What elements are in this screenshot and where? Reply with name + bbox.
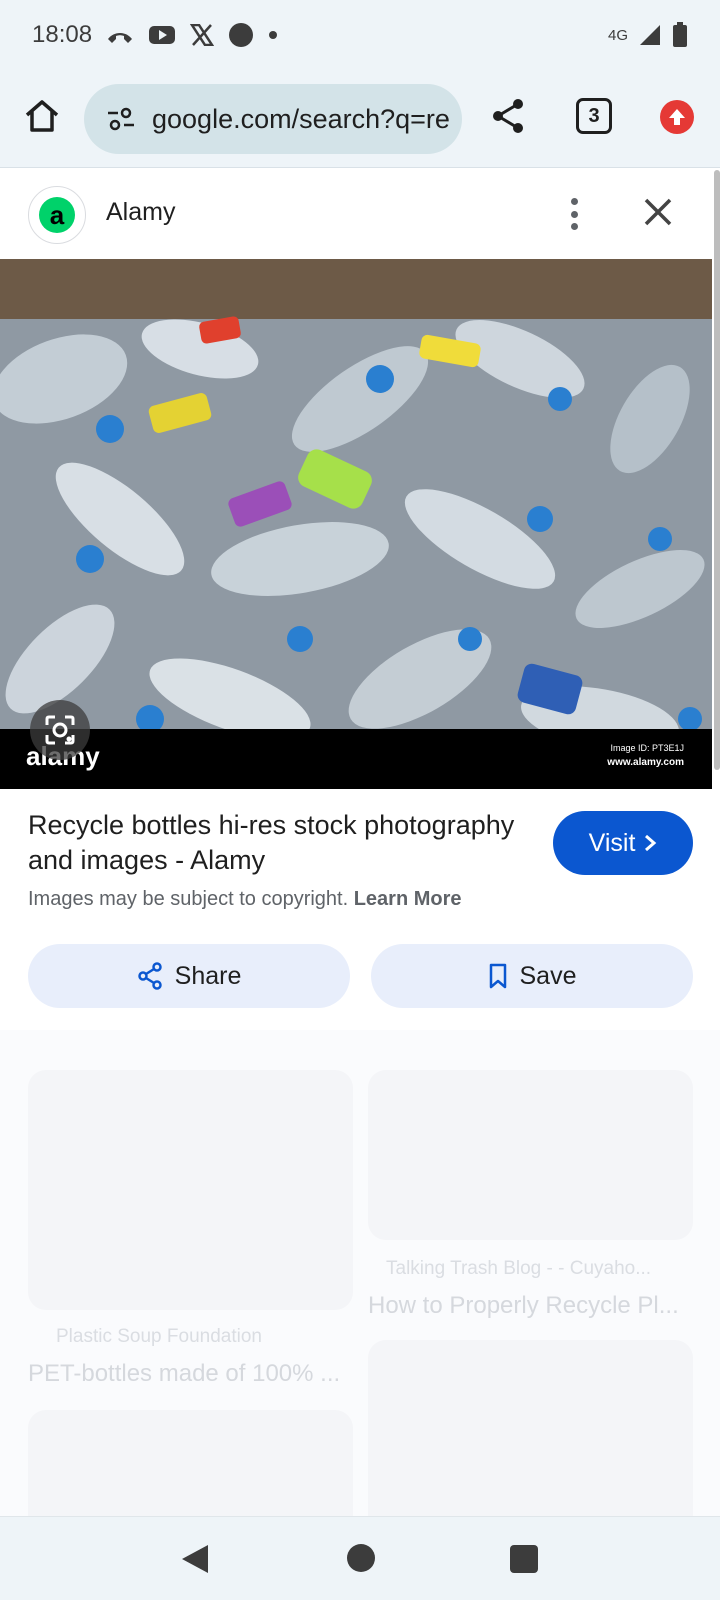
- related-card-image[interactable]: [28, 1410, 353, 1516]
- signal-icon: [640, 25, 660, 45]
- copyright-text: Images may be subject to copyright.: [28, 888, 349, 910]
- home-nav-icon[interactable]: [347, 1544, 375, 1572]
- related-title[interactable]: How to Properly Recycle Pl...: [368, 1292, 679, 1320]
- image-id: Image ID: PT3E1J: [610, 743, 684, 753]
- more-vert-icon[interactable]: [556, 194, 592, 234]
- visit-button[interactable]: Visit: [553, 811, 693, 875]
- related-source: Plastic Soup Foundation: [56, 1326, 262, 1347]
- arrow-up-icon: [669, 109, 685, 125]
- bookmark-icon: [489, 963, 506, 989]
- browser-toolbar: google.com/search?q=re 3: [0, 70, 720, 168]
- chevron-right-icon: [645, 834, 657, 852]
- save-label: Save: [519, 961, 577, 990]
- circle-notification-icon: [229, 23, 254, 47]
- back-icon[interactable]: [180, 1543, 210, 1575]
- scrollbar[interactable]: [714, 170, 720, 770]
- image-site: www.alamy.com: [606, 757, 684, 768]
- tab-switcher-icon[interactable]: 3: [576, 98, 612, 134]
- recents-icon[interactable]: [510, 1545, 538, 1573]
- related-title[interactable]: PET-bottles made of 100% ...: [28, 1360, 340, 1388]
- lens-icon[interactable]: [30, 700, 90, 760]
- favicon-letter: a: [49, 199, 65, 230]
- home-icon[interactable]: [22, 96, 62, 136]
- share-icon[interactable]: [488, 96, 528, 136]
- close-icon[interactable]: [640, 194, 676, 230]
- related-card-image[interactable]: [368, 1070, 693, 1240]
- save-button[interactable]: Save: [371, 944, 693, 1008]
- battery-icon: [673, 22, 687, 47]
- related-card-image[interactable]: [28, 1070, 353, 1310]
- result-title[interactable]: Recycle bottles hi-res stock photography…: [28, 808, 528, 878]
- youtube-icon: [149, 26, 176, 44]
- url-text: google.com/search?q=re: [152, 103, 450, 134]
- dot-icon: [269, 31, 278, 39]
- related-results: Talking Trash Blog - - Cuyaho... How to …: [0, 1030, 720, 1516]
- tune-icon[interactable]: [106, 104, 136, 134]
- result-info: Recycle bottles hi-res stock photography…: [28, 808, 528, 911]
- visit-label: Visit: [588, 828, 636, 857]
- copyright-notice: Images may be subject to copyright. Lear…: [28, 888, 528, 911]
- source-name[interactable]: Alamy: [106, 198, 175, 227]
- share-icon: [137, 962, 162, 990]
- related-source: Talking Trash Blog - - Cuyaho...: [386, 1258, 652, 1279]
- tab-count: 3: [588, 104, 600, 127]
- share-label: Share: [174, 961, 242, 990]
- result-image[interactable]: alamy Image ID: PT3E1J www.alamy.com: [0, 259, 712, 789]
- system-nav-bar: [0, 1516, 720, 1600]
- status-bar: 18:08 4G: [0, 0, 720, 70]
- alamy-logo-icon: a: [39, 197, 75, 233]
- learn-more-link[interactable]: Learn More: [354, 888, 462, 910]
- related-card-image[interactable]: [368, 1340, 693, 1516]
- network-type: 4G: [607, 26, 628, 44]
- share-button[interactable]: Share: [28, 944, 350, 1008]
- update-icon[interactable]: [660, 100, 694, 134]
- source-favicon[interactable]: a: [28, 186, 86, 244]
- google-lens-icon: [45, 715, 75, 745]
- source-header: a Alamy: [0, 170, 712, 260]
- missed-call-icon: [108, 33, 133, 43]
- status-time: 18:08: [32, 21, 93, 48]
- plastic-bottles-photo: alamy Image ID: PT3E1J www.alamy.com: [0, 259, 712, 789]
- address-bar[interactable]: google.com/search?q=re: [84, 84, 462, 154]
- x-icon: [190, 24, 215, 46]
